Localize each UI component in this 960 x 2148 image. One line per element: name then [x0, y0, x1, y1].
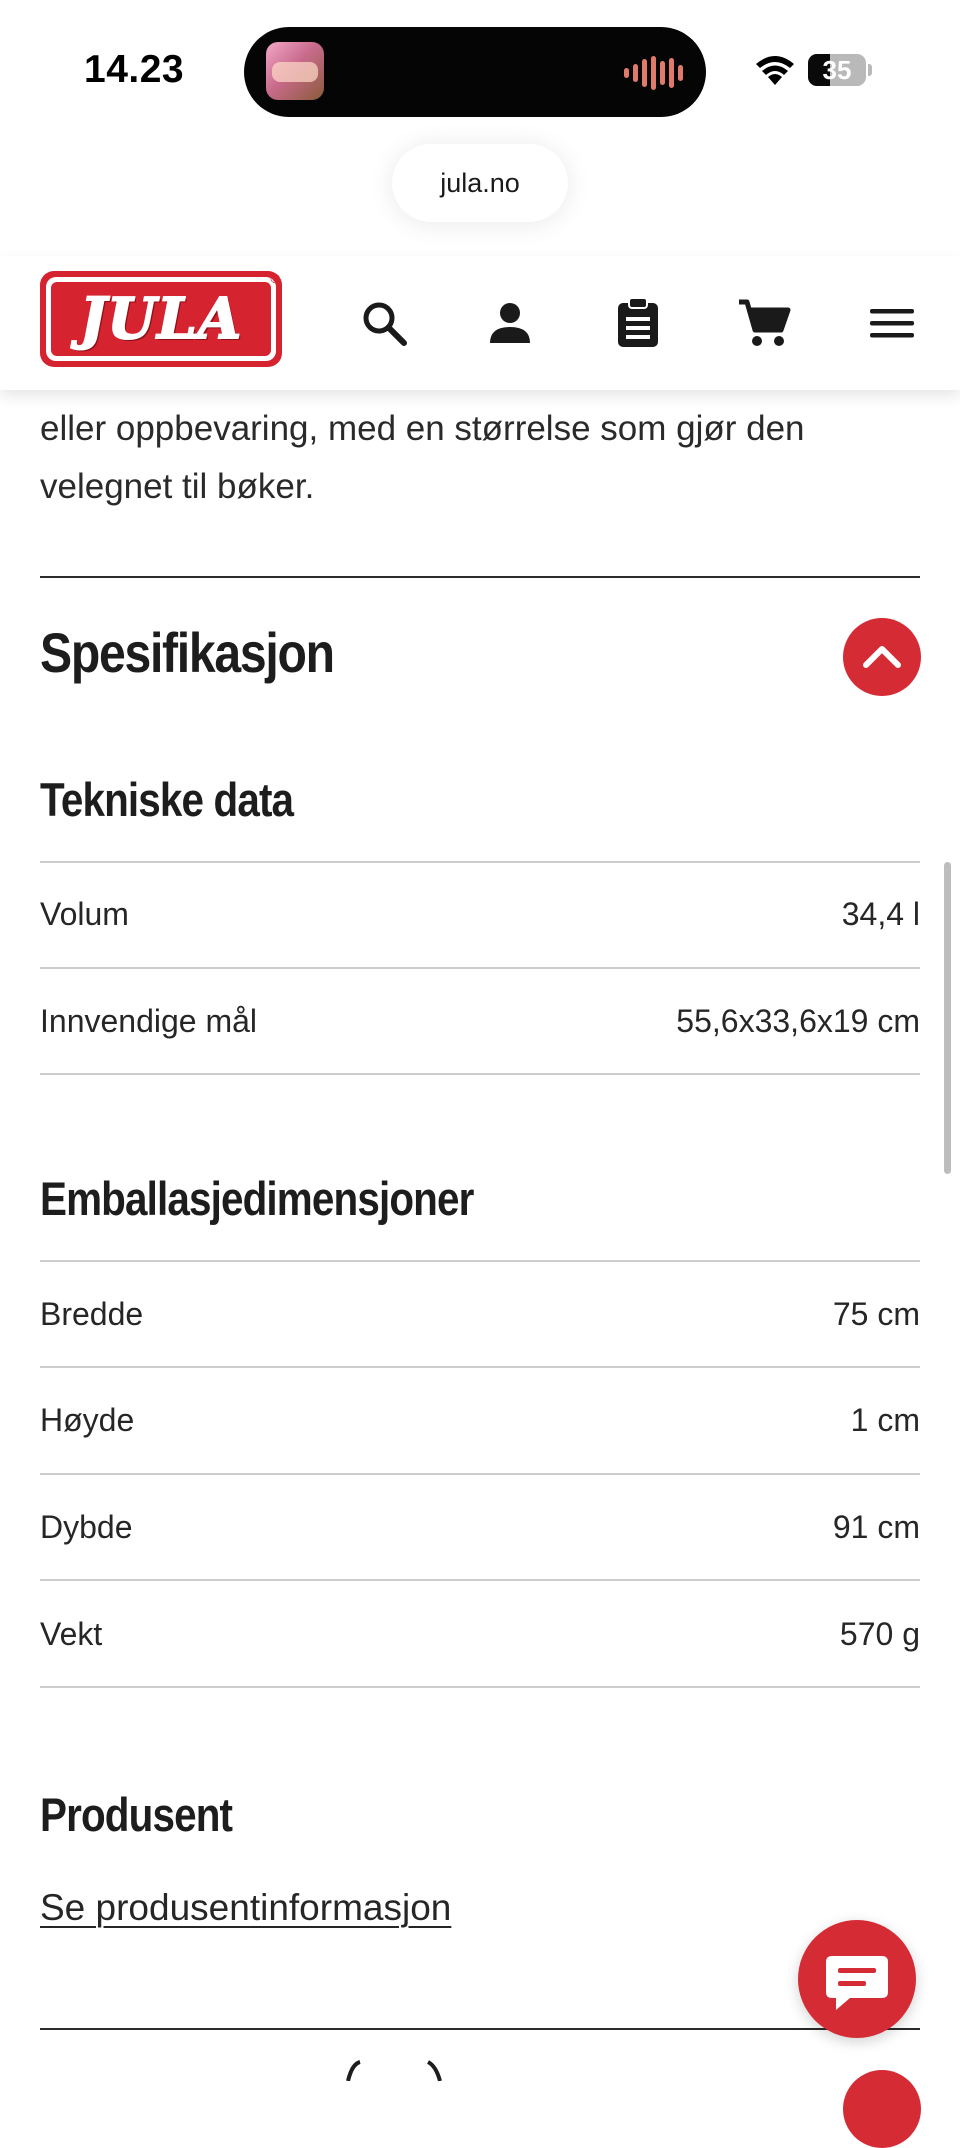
spec-value-weight: 570 g — [839, 1616, 920, 1652]
user-icon — [490, 303, 530, 343]
hamburger-menu-icon — [870, 309, 914, 338]
battery-icon: 35 — [808, 54, 866, 86]
clipboard-icon — [618, 297, 658, 347]
logo-text: JULA — [79, 286, 243, 352]
description-line-1: eller oppbevaring, med en størrelse som … — [40, 409, 805, 448]
spec-value-volume: 34,4 l — [841, 896, 920, 932]
table-divider — [40, 967, 920, 969]
search-icon — [363, 302, 407, 346]
spec-label-depth: Dybde — [40, 1509, 133, 1545]
table-divider — [40, 1366, 920, 1368]
section-divider — [40, 576, 920, 578]
section-divider — [40, 2028, 920, 2030]
battery-nub — [868, 64, 872, 76]
spec-value-width: 75 cm — [832, 1296, 920, 1332]
status-time: 14.23 — [84, 48, 185, 91]
specification-title: Spesifikasjon — [40, 621, 335, 684]
wifi-icon — [756, 56, 794, 85]
table-divider — [40, 1260, 920, 1262]
spec-label-inner-dimensions: Innvendige mål — [40, 1003, 258, 1039]
spec-label-width: Bredde — [40, 1296, 144, 1332]
address-bar[interactable]: jula.no — [392, 144, 568, 222]
spec-value-depth: 91 cm — [832, 1509, 920, 1545]
cart-icon — [739, 299, 791, 346]
next-section-toggle-button[interactable] — [843, 2070, 921, 2148]
site-header: JULA ® — [0, 256, 960, 390]
account-button[interactable] — [478, 291, 542, 355]
table-divider — [40, 1473, 920, 1475]
technical-data-title: Tekniske data — [40, 773, 294, 826]
audio-waveform-icon — [624, 55, 684, 91]
spec-label-height: Høyde — [40, 1402, 135, 1438]
description-line-2: velegnet til bøker. — [40, 467, 315, 506]
packaging-dimensions-title: Emballasjedimensjoner — [40, 1172, 474, 1225]
spec-value-height: 1 cm — [850, 1402, 920, 1438]
cart-button[interactable] — [732, 291, 796, 355]
manufacturer-title: Produsent — [40, 1788, 233, 1841]
table-divider — [40, 1686, 920, 1688]
spec-label-weight: Vekt — [40, 1616, 103, 1652]
chat-bubble-icon — [826, 1956, 888, 2010]
table-divider — [40, 1073, 920, 1075]
registered-mark: ® — [270, 271, 280, 286]
spec-label-volume: Volum — [40, 896, 129, 932]
dynamic-island[interactable] — [244, 27, 706, 117]
now-playing-artwork-icon — [266, 42, 324, 100]
battery-level: 35 — [822, 55, 852, 85]
manufacturer-info-link[interactable]: Se produsentinformasjon — [40, 1887, 451, 1929]
shopping-list-button[interactable] — [606, 291, 670, 355]
spec-value-inner-dimensions: 55,6x33,6x19 cm — [676, 1003, 920, 1039]
specification-collapse-button[interactable] — [843, 618, 921, 696]
jula-logo[interactable]: JULA ® — [40, 271, 282, 367]
table-divider — [40, 861, 920, 863]
chat-button[interactable] — [798, 1920, 916, 2038]
page-scrollbar[interactable] — [944, 862, 951, 1174]
next-section-title-fragment — [346, 2060, 442, 2081]
search-button[interactable] — [352, 291, 416, 355]
menu-button[interactable] — [860, 291, 924, 355]
chevron-up-icon — [863, 646, 901, 668]
table-divider — [40, 1579, 920, 1581]
